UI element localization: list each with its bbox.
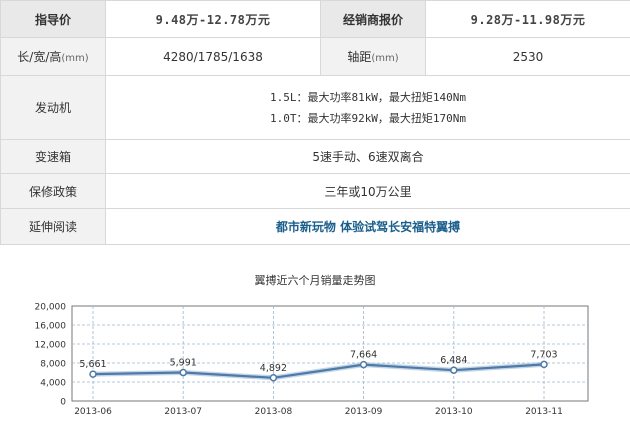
dealer-price-value: 9.28万-11.98万元 — [426, 1, 630, 38]
spec-table: 指导价 9.48万-12.78万元 经销商报价 9.28万-11.98万元 长/… — [0, 0, 630, 245]
wheelbase-label: 轴距(mm) — [321, 38, 426, 76]
chart-title: 翼搏近六个月销量走势图 — [0, 272, 630, 288]
gearbox-label: 变速箱 — [1, 140, 106, 174]
dimensions-value: 4280/1785/1638 — [106, 38, 321, 76]
x-tick-label: 2013-08 — [255, 407, 293, 417]
guide-price-value: 9.48万-12.78万元 — [106, 1, 321, 38]
gearbox-row: 变速箱 5速手动、6速双离合 — [1, 140, 630, 174]
y-tick-label: 0 — [60, 398, 66, 408]
data-point — [180, 370, 186, 376]
guide-price-label: 指导价 — [1, 1, 106, 38]
dimensions-row: 长/宽/高(mm) 4280/1785/1638 轴距(mm) 2530 — [1, 38, 630, 76]
engine-line-1: 1.5L：最大功率81kW，最大扭矩140Nm — [106, 87, 630, 108]
data-label: 4,892 — [260, 363, 287, 374]
warranty-value: 三年或10万公里 — [106, 174, 630, 209]
wheelbase-label-text: 轴距 — [347, 50, 371, 64]
x-tick-label: 2013-10 — [435, 407, 473, 417]
engine-row: 发动机 1.5L：最大功率81kW，最大扭矩140Nm 1.0T：最大功率92k… — [1, 76, 630, 140]
x-tick-label: 2013-06 — [74, 407, 112, 417]
data-label: 7,664 — [350, 350, 377, 361]
sales-chart: 翼搏近六个月销量走势图 0 4,000 8,000 12,000 16,000 20,00… — [0, 264, 630, 422]
plot-area — [72, 306, 588, 401]
reading-cell: 都市新玩物 体验试驾长安福特翼搏 — [106, 209, 630, 245]
gearbox-value: 5速手动、6速双离合 — [106, 140, 630, 174]
wheelbase-unit: (mm) — [371, 53, 398, 64]
data-point — [541, 361, 547, 367]
dimensions-label: 长/宽/高(mm) — [1, 38, 106, 76]
dimensions-label-text: 长/宽/高 — [17, 50, 61, 64]
reading-link[interactable]: 都市新玩物 体验试驾长安福特翼搏 — [276, 220, 460, 234]
reading-label: 延伸阅读 — [1, 209, 106, 245]
price-row: 指导价 9.48万-12.78万元 经销商报价 9.28万-11.98万元 — [1, 1, 630, 38]
data-label: 5,991 — [170, 358, 197, 369]
data-label: 6,484 — [440, 355, 467, 366]
y-tick-label: 20,000 — [35, 303, 67, 313]
x-tick-label: 2013-11 — [525, 407, 563, 417]
engine-line-2: 1.0T：最大功率92kW，最大扭矩170Nm — [106, 108, 630, 129]
y-tick-label: 12,000 — [35, 341, 67, 351]
data-label: 5,661 — [79, 359, 106, 370]
data-point — [451, 367, 457, 373]
y-tick-label: 8,000 — [40, 360, 66, 370]
dimensions-unit: (mm) — [61, 53, 88, 64]
reading-row: 延伸阅读 都市新玩物 体验试驾长安福特翼搏 — [1, 209, 630, 245]
data-label: 7,703 — [530, 349, 557, 360]
engine-value: 1.5L：最大功率81kW，最大扭矩140Nm 1.0T：最大功率92kW，最大… — [106, 76, 630, 140]
x-tick-label: 2013-07 — [164, 407, 202, 417]
engine-label: 发动机 — [1, 76, 106, 140]
warranty-row: 保修政策 三年或10万公里 — [1, 174, 630, 209]
data-point — [90, 371, 96, 377]
warranty-label: 保修政策 — [1, 174, 106, 209]
y-tick-label: 4,000 — [40, 379, 66, 389]
x-tick-label: 2013-09 — [345, 407, 383, 417]
y-tick-label: 16,000 — [35, 322, 67, 332]
wheelbase-value: 2530 — [426, 38, 630, 76]
data-point — [270, 375, 276, 381]
dealer-price-label: 经销商报价 — [321, 1, 426, 38]
data-point — [361, 362, 367, 368]
